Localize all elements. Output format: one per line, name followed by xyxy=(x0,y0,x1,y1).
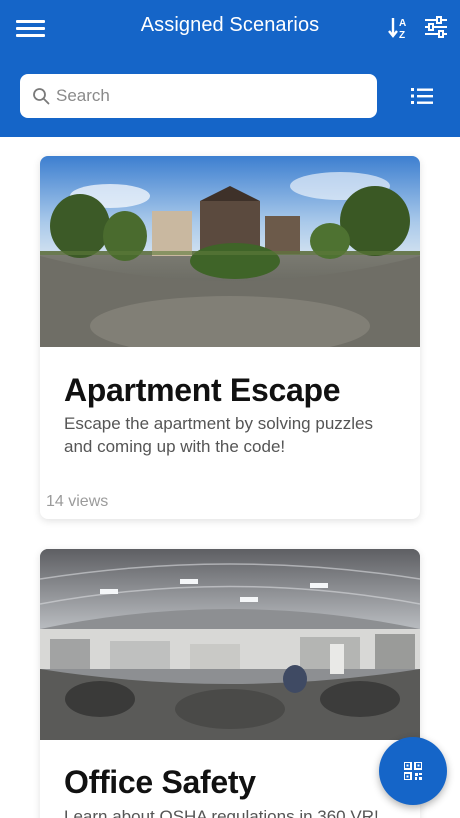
scenario-description: Learn about OSHA regulations in 360 VR! xyxy=(64,807,379,818)
scenario-card[interactable]: Office Safety Learn about OSHA regulatio… xyxy=(40,549,420,818)
search-bar[interactable] xyxy=(20,74,377,118)
scenario-thumbnail xyxy=(40,549,420,740)
sliders-icon xyxy=(425,16,447,38)
list-view-icon xyxy=(411,88,433,104)
qr-scan-button[interactable] xyxy=(379,737,447,805)
panorama-image xyxy=(40,549,420,740)
view-count: 14 views xyxy=(46,493,109,510)
search-input[interactable] xyxy=(56,74,366,118)
sort-alpha-icon: A Z xyxy=(388,18,406,41)
svg-text:A: A xyxy=(399,18,406,29)
scenario-card[interactable]: Apartment Escape Escape the apartment by… xyxy=(40,156,420,519)
sort-button[interactable]: A Z xyxy=(388,16,410,41)
scenario-description: Escape the apartment by solving puzzles … xyxy=(64,414,374,456)
scenario-title: Office Safety xyxy=(64,764,256,800)
svg-text:Z: Z xyxy=(399,30,405,40)
panorama-image xyxy=(40,156,420,347)
filter-button[interactable] xyxy=(424,16,448,38)
app-header: Assigned Scenarios A Z xyxy=(0,0,460,137)
scenario-thumbnail xyxy=(40,156,420,347)
search-icon xyxy=(33,88,50,105)
qr-code-icon xyxy=(404,762,422,780)
list-view-button[interactable] xyxy=(410,85,434,107)
scenario-title: Apartment Escape xyxy=(64,372,341,408)
